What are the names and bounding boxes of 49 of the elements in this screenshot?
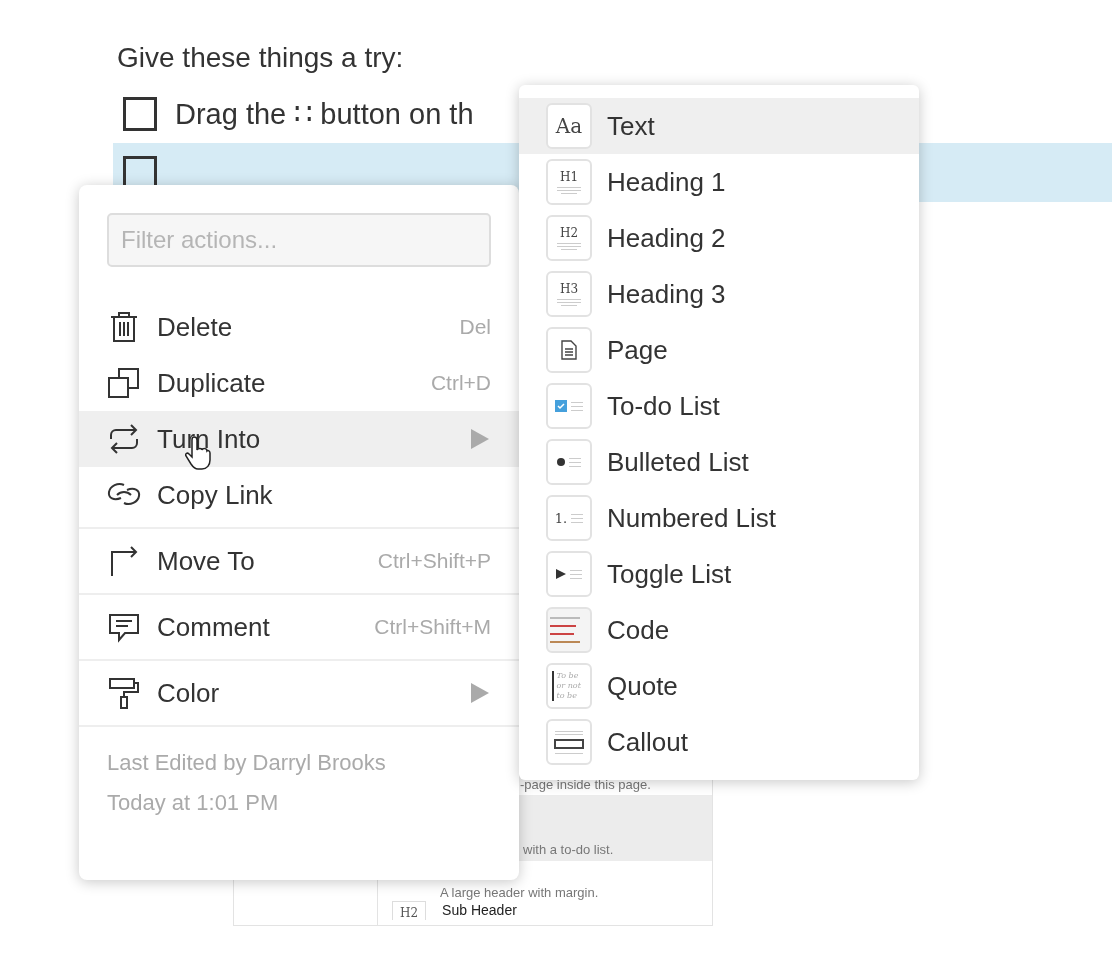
edit-info-text: Last Edited by Darryl Brooks	[107, 749, 387, 777]
menu-item[interactable]: Turn Into	[79, 411, 519, 467]
block-type-item[interactable]: H3 Heading 3	[519, 266, 919, 322]
text-type-icon: Aa	[546, 103, 592, 149]
block-type-item[interactable]: Page	[519, 322, 919, 378]
page-type-icon	[546, 327, 592, 373]
toggle-type-icon	[546, 551, 592, 597]
shortcut-text: Del	[459, 315, 491, 339]
paint-roller-icon	[107, 676, 141, 710]
preview-text: A large header with margin.	[440, 885, 599, 900]
code-type-icon	[546, 607, 592, 653]
block-type-item[interactable]: Aa Text	[519, 98, 919, 154]
preview-text: with a to-do list.	[523, 842, 614, 857]
shortcut-text: Ctrl+Shift+P	[377, 549, 491, 573]
menu-item[interactable]: Duplicate Ctrl+D	[79, 355, 519, 411]
filter-field[interactable]: Filter actions...	[107, 213, 491, 267]
edit-info-text: Today at 1:01 PM	[107, 789, 280, 817]
quote-type-icon: To be or not to be	[546, 663, 592, 709]
page-heading: Give these things a try:	[116, 42, 405, 75]
menu-item[interactable]: Copy Link	[79, 467, 519, 523]
preview-text: Sub Header	[442, 902, 517, 918]
menu-item[interactable]: Comment Ctrl+Shift+M	[79, 599, 519, 655]
block-type-item[interactable]: Code	[519, 602, 919, 658]
preview-text: -page inside this page.	[520, 776, 651, 792]
todo-text: Drag the ∷ button on th	[175, 96, 474, 131]
heading-type-icon: H1	[546, 159, 592, 205]
heading-badge: H2	[392, 900, 427, 920]
block-type-item[interactable]: Callout	[519, 714, 919, 770]
heading-type-icon: H2	[546, 215, 592, 261]
menu-item[interactable]: Color	[79, 665, 519, 721]
menu-item[interactable]: Delete Del	[79, 299, 519, 355]
callout-type-icon	[546, 719, 592, 765]
bullet-type-icon	[546, 439, 592, 485]
checkbox[interactable]	[123, 96, 157, 131]
block-type-item[interactable]: H2 Heading 2	[519, 210, 919, 266]
shortcut-text: Ctrl+Shift+M	[374, 615, 491, 639]
swap-arrows-icon	[107, 422, 141, 456]
block-type-item[interactable]: To-do List	[519, 378, 919, 434]
duplicate-icon	[107, 366, 141, 400]
block-type-item[interactable]: 1. Numbered List	[519, 490, 919, 546]
todo-type-icon	[546, 383, 592, 429]
menu-item[interactable]: Move To Ctrl+Shift+P	[79, 533, 519, 589]
block-type-item[interactable]: Toggle List	[519, 546, 919, 602]
shortcut-text: Ctrl+D	[430, 371, 491, 395]
heading-type-icon: H3	[546, 271, 592, 317]
block-type-item[interactable]: To be or not to be Quote	[519, 658, 919, 714]
numbered-type-icon: 1.	[546, 495, 592, 541]
block-type-item[interactable]: Bulleted List	[519, 434, 919, 490]
block-type-item[interactable]: H1 Heading 1	[519, 154, 919, 210]
